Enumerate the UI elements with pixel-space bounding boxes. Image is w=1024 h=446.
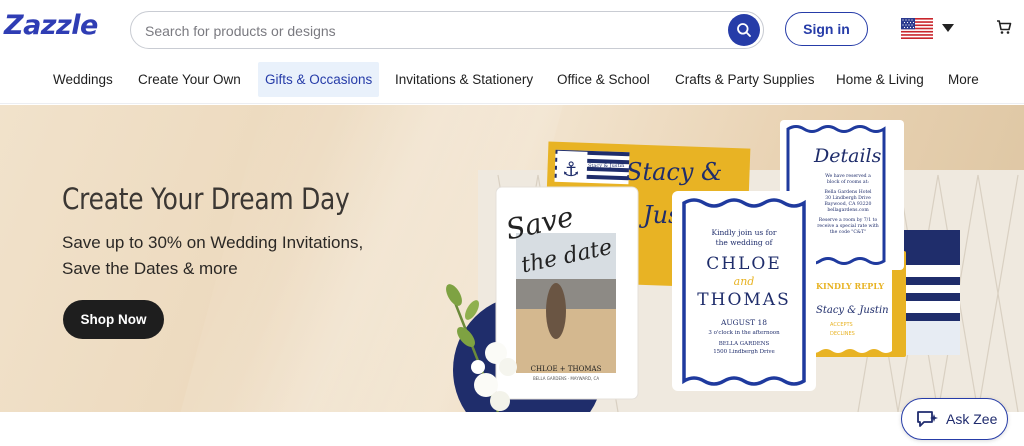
invite-name2: THOMAS bbox=[697, 290, 790, 310]
us-flag-icon[interactable] bbox=[901, 18, 933, 39]
cart-icon[interactable] bbox=[996, 19, 1012, 35]
invite-time: 3 o'clock in the afternoon bbox=[708, 330, 780, 336]
hero-subtitle-line1: Save up to 30% on Wedding Invitations, bbox=[62, 233, 364, 252]
invite-intro-line2: the wedding of bbox=[716, 238, 774, 247]
invite-intro-line1: Kindly join us for bbox=[711, 228, 776, 237]
ask-zee-label: Ask Zee bbox=[946, 411, 998, 427]
hero-subtitle-line2: Save the Dates & more bbox=[62, 259, 238, 278]
details-line: block of rooms at: bbox=[827, 179, 869, 185]
invite-name1: CHLOE bbox=[706, 254, 781, 274]
nav-item-invitations-stationery[interactable]: Invitations & Stationery bbox=[388, 62, 540, 97]
chevron-down-icon[interactable] bbox=[942, 24, 954, 33]
chat-sparkle-icon bbox=[917, 411, 938, 427]
details-line: the code "C&T" bbox=[830, 229, 866, 235]
hero-subtitle: Save up to 30% on Wedding Invitations, S… bbox=[62, 230, 363, 282]
rsvp-accepts: ACCEPTS bbox=[830, 322, 853, 328]
sign-in-button[interactable]: Sign in bbox=[785, 12, 868, 46]
invite-date: AUGUST 18 bbox=[720, 318, 767, 327]
rsvp-script: Stacy & Justin bbox=[816, 305, 889, 316]
invite-and: and bbox=[734, 275, 755, 288]
envelope-label-text: Stacy & Justin bbox=[588, 163, 625, 169]
anchor-icon: ⚓ bbox=[562, 157, 580, 181]
nav-item-crafts-party[interactable]: Crafts & Party Supplies bbox=[668, 62, 822, 97]
main-invitation-card: Kindly join us for the wedding of CHLOE … bbox=[672, 191, 816, 391]
search-button[interactable] bbox=[728, 14, 760, 46]
search-bar bbox=[130, 11, 764, 49]
invite-address: 1500 Lindbergh Drive bbox=[713, 349, 775, 355]
std-venue: BELLA GARDENS · MAYWARD, CA bbox=[533, 376, 599, 381]
ask-zee-button[interactable]: Ask Zee bbox=[901, 398, 1008, 440]
search-icon bbox=[737, 23, 751, 37]
rsvp-title: KINDLY REPLY bbox=[816, 281, 884, 291]
site-header: Zazzle Sign in bbox=[0, 0, 1024, 60]
shop-now-button[interactable]: Shop Now bbox=[63, 300, 164, 339]
main-nav: Weddings Create Your Own Gifts & Occasio… bbox=[0, 60, 1024, 104]
hero-title: Create Your Dream Day bbox=[62, 182, 350, 216]
nav-item-more[interactable]: More bbox=[941, 62, 986, 97]
details-line: 30 Lindbergh Drive bbox=[825, 195, 871, 201]
nav-item-home-living[interactable]: Home & Living bbox=[829, 62, 931, 97]
envelope-script-line1: Stacy & bbox=[626, 158, 722, 186]
details-line: Baywood, CA 93220 bbox=[825, 201, 872, 207]
rsvp-declines: DECLINES bbox=[830, 331, 855, 337]
nav-item-create-your-own[interactable]: Create Your Own bbox=[131, 62, 248, 97]
invite-venue: BELLA GARDENS bbox=[719, 341, 770, 347]
nav-item-weddings[interactable]: Weddings bbox=[46, 62, 120, 97]
search-input[interactable] bbox=[145, 21, 705, 41]
details-title: Details bbox=[813, 145, 882, 167]
details-line: receive a special rate with bbox=[817, 223, 879, 229]
std-names: CHLOE + THOMAS bbox=[531, 365, 602, 373]
nav-item-gifts-occasions[interactable]: Gifts & Occasions bbox=[258, 62, 380, 97]
details-line: Reserve a room by 7/1 to bbox=[819, 217, 878, 223]
details-line: bellagardens.com bbox=[827, 207, 869, 213]
wedding-stationery-image[interactable]: ⚓ Stacy & Justin Stacy & Justin KINDLY R… bbox=[438, 105, 1024, 412]
details-line: Bella Gardens Hotel bbox=[824, 189, 872, 195]
nav-item-office-school[interactable]: Office & School bbox=[550, 62, 657, 97]
zazzle-logo[interactable]: Zazzle bbox=[4, 10, 98, 41]
hero-banner: Create Your Dream Day Save up to 30% on … bbox=[0, 105, 1024, 412]
details-line: We have reserved a bbox=[825, 173, 871, 179]
save-the-date-card: Save the date CHLOE + THOMAS BELLA GARDE… bbox=[495, 186, 639, 400]
